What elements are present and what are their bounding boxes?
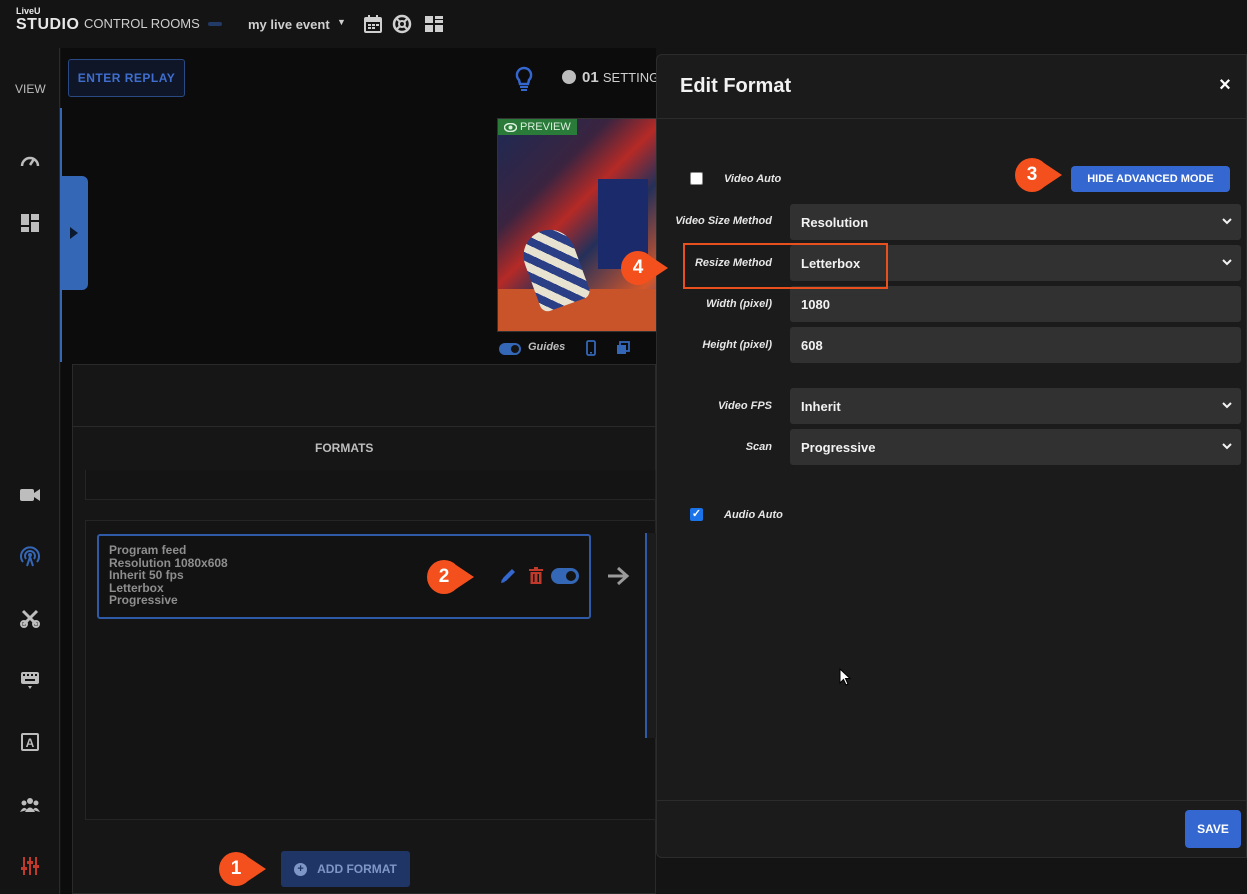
formats-title: FORMATS [315, 441, 374, 455]
setting-status-dot [562, 70, 576, 84]
height-label: Height (pixel) [702, 339, 772, 351]
output-card[interactable] [645, 533, 656, 738]
formats-divider [73, 426, 656, 427]
mouse-cursor-icon [839, 668, 851, 686]
setting-label: SETTING [602, 70, 660, 85]
width-label: Width (pixel) [706, 298, 772, 310]
expand-panel-button[interactable] [60, 176, 88, 290]
video-fps-value: Inherit [801, 398, 841, 414]
format-name: Program feed [109, 543, 187, 557]
width-input[interactable]: 1080 [790, 286, 1241, 322]
calendar-icon[interactable] [363, 14, 383, 34]
add-format-button[interactable]: + ADD FORMAT [281, 851, 410, 887]
camera-icon[interactable] [19, 484, 41, 506]
video-auto-checkbox[interactable] [690, 172, 703, 185]
setting-title: 01 SETTING [582, 69, 659, 86]
plus-icon: + [294, 862, 308, 876]
video-auto-label: Video Auto [724, 173, 782, 185]
video-fps-select[interactable]: Inherit [790, 388, 1241, 424]
format-enable-toggle[interactable] [551, 568, 579, 584]
callout-number: 3 [1026, 164, 1038, 185]
enter-replay-button[interactable]: ENTER REPLAY [68, 59, 185, 97]
callout-3: 3 [1014, 157, 1064, 193]
callout-2: 2 [426, 559, 476, 595]
guides-label: Guides [528, 341, 566, 353]
highlight-box [683, 243, 888, 289]
help-lifebuoy-icon[interactable] [392, 14, 412, 34]
trash-icon[interactable] [528, 567, 544, 585]
video-size-method-value: Resolution [801, 214, 869, 230]
scan-select[interactable]: Progressive [790, 429, 1241, 465]
speedometer-icon[interactable] [19, 151, 41, 173]
chevron-right-icon [70, 227, 78, 239]
logo-line1: LiveU [16, 6, 41, 16]
broadcast-icon[interactable] [19, 545, 41, 567]
hide-advanced-mode-button[interactable]: HIDE ADVANCED MODE [1071, 166, 1230, 192]
top-bar: LiveU STUDIO CONTROL ROOMS my live event… [0, 0, 1247, 48]
video-size-method-label: Video Size Method [675, 215, 772, 227]
callout-number: 2 [438, 566, 450, 587]
liveu-studio-logo[interactable]: LiveU STUDIO [16, 6, 80, 39]
modal-divider-top [657, 118, 1247, 119]
keyboard-icon[interactable] [19, 668, 41, 690]
arrow-right-icon [608, 566, 630, 586]
lightbulb-icon[interactable] [513, 66, 535, 92]
callout-number: 1 [230, 858, 242, 879]
event-status-indicator [208, 22, 222, 26]
modal-title: Edit Format [680, 75, 792, 97]
text-icon[interactable]: A [19, 731, 41, 753]
preview-label: PREVIEW [520, 121, 571, 133]
callout-number: 4 [632, 257, 644, 278]
dashboard-icon[interactable] [19, 212, 41, 234]
callout-4: 4 [620, 250, 670, 286]
chevron-down-icon [1222, 218, 1232, 225]
tools-icon[interactable] [19, 607, 41, 629]
format-fps: Inherit 50 fps [109, 568, 184, 582]
copy-icon[interactable] [616, 341, 630, 355]
chevron-down-icon [1222, 402, 1232, 409]
format-card-details: Program feed Resolution 1080x608 Inherit… [109, 544, 228, 607]
audio-auto-label: Audio Auto [724, 509, 783, 521]
chevron-down-icon[interactable]: ▼ [337, 17, 346, 27]
modal-divider-bottom [657, 800, 1247, 801]
phone-icon[interactable] [586, 340, 596, 356]
callout-1: 1 [218, 851, 268, 887]
chevron-down-icon [1222, 443, 1232, 450]
formats-header-box [85, 470, 656, 500]
format-scan: Progressive [109, 593, 178, 607]
scan-label: Scan [745, 441, 772, 453]
scan-value: Progressive [801, 439, 876, 455]
logo-line2: STUDIO [16, 16, 80, 33]
view-label: VIEW [15, 82, 46, 96]
mixer-icon[interactable] [19, 855, 41, 877]
preview-badge: PREVIEW [498, 119, 577, 135]
video-size-method-select[interactable]: Resolution [790, 204, 1241, 240]
svg-text:A: A [26, 736, 35, 750]
pencil-icon[interactable] [499, 567, 517, 585]
setting-number: 01 [582, 69, 599, 86]
close-icon[interactable]: × [1216, 74, 1234, 96]
control-rooms-link[interactable]: CONTROL ROOMS [84, 16, 200, 31]
preview-video[interactable] [497, 118, 657, 332]
eye-icon [504, 122, 517, 132]
guides-toggle[interactable] [499, 343, 521, 355]
height-input[interactable]: 608 [790, 327, 1241, 363]
left-sidebar [0, 48, 60, 894]
users-icon[interactable] [19, 793, 41, 815]
audio-auto-checkbox[interactable]: ✓ [690, 508, 703, 521]
layout-icon[interactable] [424, 14, 444, 34]
save-button[interactable]: SAVE [1185, 810, 1241, 848]
add-format-label: ADD FORMAT [317, 862, 397, 876]
event-selector[interactable]: my live event [248, 17, 330, 32]
video-fps-label: Video FPS [718, 400, 772, 412]
chevron-down-icon [1222, 259, 1232, 266]
